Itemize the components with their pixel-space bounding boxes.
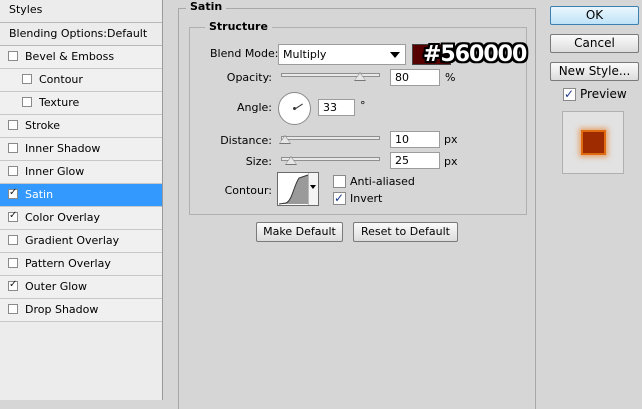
blending-options-item[interactable]: Blending Options:Default — [0, 23, 162, 46]
style-item-label: Drop Shadow — [25, 303, 99, 316]
style-item-label: Color Overlay — [25, 211, 100, 224]
styles-header: Styles — [0, 0, 162, 23]
ok-button[interactable]: OK — [550, 6, 639, 25]
size-slider-thumb[interactable] — [284, 156, 297, 165]
style-item-checkbox[interactable] — [8, 120, 18, 130]
style-item-label: Texture — [39, 96, 80, 109]
chevron-down-icon — [390, 52, 400, 58]
style-item-checkbox[interactable]: ✓ — [8, 187, 18, 199]
check-icon: ✓ — [334, 191, 345, 205]
style-item-stroke[interactable]: Stroke — [0, 115, 162, 138]
style-item-checkbox[interactable] — [8, 51, 18, 61]
style-item-checkbox[interactable] — [8, 143, 18, 153]
check-icon: ✓ — [9, 187, 18, 198]
style-item-checkbox[interactable] — [8, 235, 18, 245]
opacity-unit: % — [445, 71, 456, 84]
contour-dropdown-button[interactable] — [308, 173, 318, 205]
size-label: Size: — [245, 155, 272, 168]
style-item-checkbox[interactable]: ✓ — [8, 210, 18, 222]
style-item-label: Bevel & Emboss — [25, 50, 115, 63]
style-item-contour[interactable]: Contour — [0, 69, 162, 92]
check-icon: ✓ — [564, 87, 575, 101]
angle-dial[interactable] — [278, 92, 311, 125]
style-item-label: Inner Shadow — [25, 142, 101, 155]
style-item-label: Inner Glow — [25, 165, 85, 178]
opacity-label: Opacity: — [226, 71, 272, 84]
style-preview-thumbnail — [562, 111, 624, 174]
cancel-button[interactable]: Cancel — [550, 34, 639, 53]
style-item-label: Stroke — [25, 119, 61, 132]
invert-label: Invert — [350, 192, 383, 205]
distance-label: Distance: — [220, 134, 272, 147]
make-default-button[interactable]: Make Default — [256, 222, 343, 242]
anti-aliased-label: Anti-aliased — [350, 175, 415, 188]
angle-dial-center — [293, 107, 296, 110]
style-item-checkbox[interactable] — [22, 74, 32, 84]
structure-title: Structure — [205, 19, 272, 35]
anti-aliased-checkbox[interactable] — [333, 175, 346, 188]
blend-mode-select[interactable]: Multiply — [278, 44, 406, 65]
size-field[interactable]: 25 — [390, 152, 440, 169]
style-item-checkbox[interactable] — [8, 258, 18, 268]
angle-label: Angle: — [236, 101, 272, 114]
style-item-label: Contour — [39, 73, 83, 86]
angle-unit: ° — [360, 99, 366, 112]
style-item-satin[interactable]: ✓ Satin — [0, 184, 162, 207]
distance-slider-thumb[interactable] — [278, 135, 291, 144]
check-icon: ✓ — [9, 279, 18, 290]
style-item-label: Satin — [25, 188, 54, 201]
style-item-inner-glow[interactable]: Inner Glow — [0, 161, 162, 184]
opacity-field[interactable]: 80 — [390, 69, 440, 86]
style-item-texture[interactable]: Texture — [0, 92, 162, 115]
style-item-drop-shadow[interactable]: Drop Shadow — [0, 299, 162, 322]
style-item-pattern-overlay[interactable]: Pattern Overlay — [0, 253, 162, 276]
blend-mode-value: Multiply — [283, 48, 327, 61]
style-item-checkbox[interactable] — [8, 166, 18, 176]
styles-panel: Styles Blending Options:Default Bevel & … — [0, 0, 163, 400]
color-hex-annotation: #560000 — [423, 42, 527, 67]
style-item-inner-shadow[interactable]: Inner Shadow — [0, 138, 162, 161]
style-item-checkbox[interactable]: ✓ — [8, 279, 18, 291]
contour-curve-icon — [278, 174, 309, 205]
distance-field[interactable]: 10 — [390, 131, 440, 148]
new-style-button[interactable]: New Style... — [550, 62, 639, 81]
reset-to-default-button[interactable]: Reset to Default — [353, 222, 458, 242]
size-unit: px — [444, 155, 458, 168]
check-icon: ✓ — [9, 210, 18, 221]
opacity-slider-thumb[interactable] — [354, 72, 367, 81]
style-item-label: Pattern Overlay — [25, 257, 111, 270]
blend-mode-label: Blend Mode: — [210, 47, 279, 60]
style-item-checkbox[interactable] — [8, 304, 18, 314]
style-item-gradient-overlay[interactable]: Gradient Overlay — [0, 230, 162, 253]
chevron-down-icon — [310, 185, 316, 189]
style-item-checkbox[interactable] — [22, 97, 32, 107]
style-item-label: Outer Glow — [25, 280, 88, 293]
contour-picker[interactable] — [277, 172, 319, 206]
style-item-label: Gradient Overlay — [25, 234, 120, 247]
angle-field[interactable]: 33 — [318, 99, 355, 116]
distance-unit: px — [444, 133, 458, 146]
distance-slider-track[interactable] — [281, 136, 380, 140]
invert-checkbox[interactable]: ✓ — [333, 191, 346, 205]
satin-title: Satin — [186, 0, 227, 14]
preview-swatch — [581, 130, 606, 155]
contour-label: Contour: — [224, 184, 272, 197]
style-item-color-overlay[interactable]: ✓ Color Overlay — [0, 207, 162, 230]
style-item-bevel-emboss[interactable]: Bevel & Emboss — [0, 46, 162, 69]
style-item-outer-glow[interactable]: ✓ Outer Glow — [0, 276, 162, 299]
preview-checkbox[interactable]: ✓ — [563, 87, 576, 101]
preview-label: Preview — [580, 87, 627, 101]
